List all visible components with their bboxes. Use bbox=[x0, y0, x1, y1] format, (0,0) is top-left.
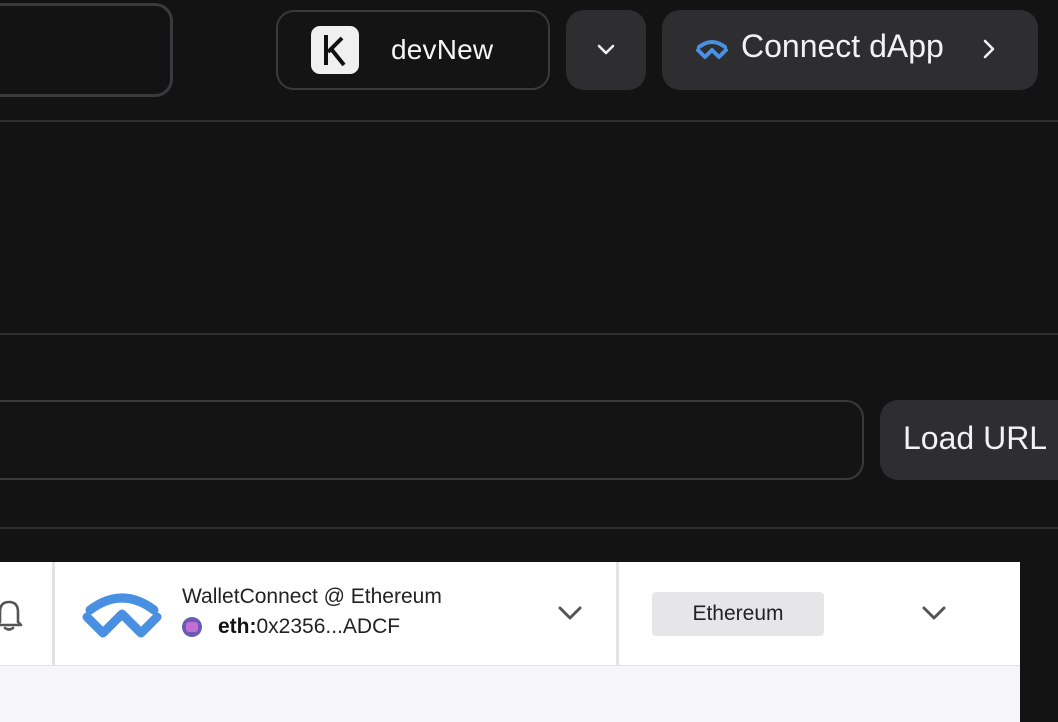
load-url-button[interactable]: Load URL bbox=[880, 400, 1058, 480]
wallet-title: WalletConnect @ Ethereum bbox=[182, 585, 442, 608]
chevron-down-icon bbox=[597, 44, 615, 55]
search-box[interactable] bbox=[0, 3, 173, 97]
account-dropdown-button[interactable] bbox=[566, 10, 646, 90]
divider bbox=[0, 527, 1058, 529]
wallet-address-row: eth: 0x2356...ADCF bbox=[182, 615, 400, 639]
walletconnect-icon bbox=[696, 40, 728, 59]
chevron-down-icon[interactable] bbox=[556, 602, 584, 624]
url-input[interactable] bbox=[0, 400, 864, 480]
chevron-down-icon[interactable] bbox=[920, 602, 948, 624]
walletconnect-logo-icon bbox=[82, 593, 162, 638]
divider bbox=[0, 333, 1058, 335]
divider bbox=[0, 120, 1058, 122]
wallet-address: 0x2356...ADCF bbox=[256, 615, 401, 638]
separator bbox=[616, 562, 619, 666]
connect-dapp-label: Connect dApp bbox=[741, 28, 944, 64]
bell-icon[interactable] bbox=[0, 596, 24, 632]
load-url-label: Load URL bbox=[903, 420, 1048, 456]
k-logo-icon bbox=[311, 26, 359, 74]
chevron-right-icon bbox=[983, 39, 995, 59]
chain-prefix: eth: bbox=[218, 615, 257, 638]
account-selector-button[interactable]: devNew bbox=[276, 10, 550, 90]
account-name: devNew bbox=[391, 34, 494, 65]
separator bbox=[52, 562, 55, 666]
connect-dapp-button[interactable]: Connect dApp bbox=[662, 10, 1038, 90]
network-selector[interactable]: Ethereum bbox=[652, 592, 824, 636]
account-avatar bbox=[182, 617, 202, 637]
